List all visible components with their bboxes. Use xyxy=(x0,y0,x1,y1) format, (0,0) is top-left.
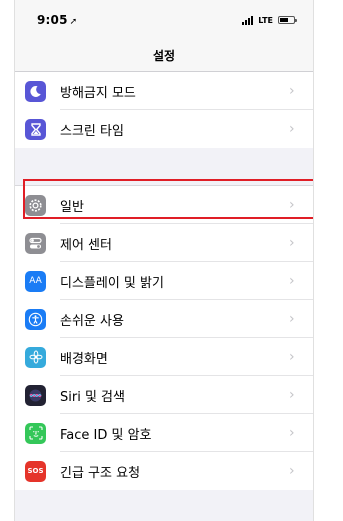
row-label: 방해금지 모드 xyxy=(60,85,136,101)
battery-fill xyxy=(280,18,288,22)
chevron-right-icon: › xyxy=(289,463,295,479)
row-label: 제어 센터 xyxy=(60,237,112,253)
icon-text: SOS xyxy=(27,467,44,475)
row-label: 긴급 구조 요청 xyxy=(60,465,141,481)
row-label: Face ID 및 암호 xyxy=(60,427,152,443)
chevron-right-icon: › xyxy=(289,197,295,213)
chevron-right-icon: › xyxy=(289,425,295,441)
row-display-brightness[interactable]: AA 디스플레이 및 밝기 › xyxy=(15,262,313,300)
row-label: 일반 xyxy=(60,199,84,215)
chevron-right-icon: › xyxy=(289,235,295,251)
sos-icon: SOS xyxy=(25,460,46,482)
hourglass-icon xyxy=(25,118,46,140)
location-arrow-icon: ➚ xyxy=(69,17,78,27)
time-text: 9:05 xyxy=(37,13,68,27)
row-general[interactable]: 일반 › xyxy=(15,186,313,224)
chevron-right-icon: › xyxy=(289,311,295,327)
siri-icon xyxy=(25,384,46,406)
row-label: 디스플레이 및 밝기 xyxy=(60,275,164,291)
settings-screen: 9:05 ➚ LTE 설정 방해금지 모드 › 스크린 타임 › 일반 › 제어… xyxy=(14,0,314,521)
face-id-icon xyxy=(25,422,46,444)
chevron-right-icon: › xyxy=(289,121,295,137)
status-indicators: LTE xyxy=(242,15,297,25)
status-bar: 9:05 ➚ LTE xyxy=(15,0,313,40)
group-spacer xyxy=(15,148,313,186)
row-wallpaper[interactable]: 배경화면 › xyxy=(15,338,313,376)
chevron-right-icon: › xyxy=(289,387,295,403)
row-face-id[interactable]: Face ID 및 암호 › xyxy=(15,414,313,452)
row-label: 배경화면 xyxy=(60,351,108,367)
row-siri-search[interactable]: Siri 및 검색 › xyxy=(15,376,313,414)
chevron-right-icon: › xyxy=(289,349,295,365)
row-emergency-sos[interactable]: SOS 긴급 구조 요청 › xyxy=(15,452,313,490)
status-time: 9:05 ➚ xyxy=(37,13,77,27)
icon-text: AA xyxy=(29,276,42,286)
flower-icon xyxy=(25,346,46,368)
chevron-right-icon: › xyxy=(289,83,295,99)
signal-bars-icon xyxy=(242,15,254,25)
row-control-center[interactable]: 제어 센터 › xyxy=(15,224,313,262)
settings-group-focus: 방해금지 모드 › 스크린 타임 › xyxy=(15,72,313,148)
row-accessibility[interactable]: 손쉬운 사용 › xyxy=(15,300,313,338)
row-screen-time[interactable]: 스크린 타임 › xyxy=(15,110,313,148)
battery-icon xyxy=(278,16,297,24)
chevron-right-icon: › xyxy=(289,273,295,289)
settings-group-general: 일반 › 제어 센터 › AA 디스플레이 및 밝기 › 손쉬운 사용 › 배경… xyxy=(15,186,313,490)
switches-icon xyxy=(25,232,46,254)
row-label: 손쉬운 사용 xyxy=(60,313,124,329)
moon-icon xyxy=(25,80,46,102)
text-size-icon: AA xyxy=(25,270,46,292)
nav-title: 설정 xyxy=(15,40,313,72)
carrier-label: LTE xyxy=(258,15,273,25)
gear-icon xyxy=(25,194,46,216)
row-label: 스크린 타임 xyxy=(60,123,124,139)
row-label: Siri 및 검색 xyxy=(60,389,125,405)
accessibility-icon xyxy=(25,308,46,330)
row-do-not-disturb[interactable]: 방해금지 모드 › xyxy=(15,72,313,110)
